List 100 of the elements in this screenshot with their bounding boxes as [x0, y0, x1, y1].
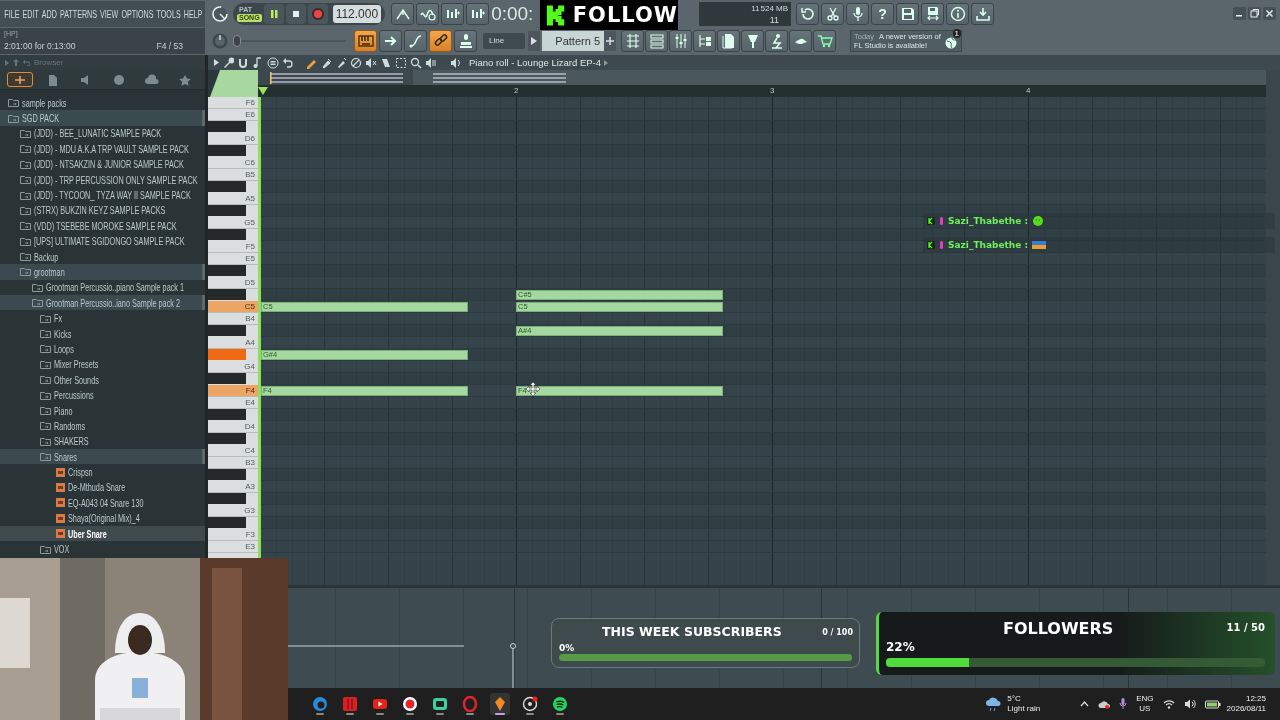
tree-item[interactable]: Crispsn	[0, 464, 205, 480]
vertical-scrollbar[interactable]	[1266, 70, 1280, 585]
add-pattern-button[interactable]	[604, 30, 616, 51]
record-button[interactable]	[307, 3, 328, 24]
toolbar-button[interactable]	[846, 2, 870, 25]
tree-item[interactable]: (STRX) BUKZIN KEYZ SAMPLE PACKS	[0, 202, 205, 219]
weather-widget[interactable]: 5°C Light rain	[985, 694, 1041, 714]
battery-icon[interactable]	[1204, 699, 1221, 709]
toolbar-button[interactable]	[765, 29, 788, 52]
menu-item[interactable]: TOOLS	[156, 7, 181, 20]
pitch-knob[interactable]	[211, 31, 229, 50]
toolbar-button[interactable]	[717, 29, 740, 52]
tree-item[interactable]: (JDD) - TYCOON_ TYZA WAY II SAMPLE PACK	[0, 187, 205, 203]
music-note-icon[interactable]	[252, 56, 264, 69]
toolbar-button[interactable]	[789, 29, 812, 52]
tree-item[interactable]: Loops	[0, 341, 205, 357]
toolbar-button[interactable]	[693, 29, 716, 52]
tree-item[interactable]: Backup	[0, 248, 205, 265]
tree-item[interactable]: (JDD) - TRP PERCUSSION ONLY SAMPLE PACK	[0, 171, 205, 188]
toolbar-button[interactable]	[379, 29, 402, 52]
toolbar-button[interactable]	[416, 2, 440, 25]
tree-item[interactable]: (VDD) TSEBEBE MOROKE SAMPLE PACK	[0, 218, 205, 234]
toolbar-button[interactable]	[621, 29, 644, 52]
tree-item[interactable]: Uber Snare	[0, 525, 205, 542]
menu-icon[interactable]	[267, 56, 279, 69]
toolbar-button[interactable]	[921, 2, 945, 25]
tree-item[interactable]: Randoms	[0, 418, 205, 434]
toolbar-button[interactable]	[796, 2, 820, 25]
speaker-icon[interactable]	[450, 56, 462, 69]
tree-item[interactable]: SGD PACK	[0, 110, 205, 126]
toolbar-button[interactable]	[441, 2, 465, 25]
menu-item[interactable]: FILE	[4, 7, 20, 20]
toolbar-button[interactable]	[454, 29, 477, 52]
piano-key[interactable]: C5	[208, 301, 258, 313]
tree-item[interactable]: (JDD) - NTSAKZIN & JUNIOR SAMPLE PACK	[0, 156, 205, 172]
menu-item[interactable]: EDIT	[22, 7, 39, 20]
pause-button[interactable]	[263, 3, 284, 24]
toolbar-button[interactable]	[404, 29, 427, 52]
tree-item[interactable]: (JDD) - BEE_LUNATIC SAMPLE PACK	[0, 125, 205, 142]
restore-icon[interactable]	[1248, 7, 1261, 20]
cloud-icon[interactable]	[1098, 699, 1111, 709]
toolbar-button[interactable]	[429, 29, 452, 52]
tree-item[interactable]: Grootman Percussio..piano Sample pack 1	[0, 279, 205, 296]
previous-pattern-button[interactable]	[528, 30, 540, 51]
toolbar-button[interactable]	[741, 29, 764, 52]
speaker-icon[interactable]	[1183, 699, 1196, 709]
playback-icon[interactable]	[425, 56, 437, 69]
tree-item[interactable]: sample packs	[0, 95, 205, 111]
magnet-icon[interactable]	[237, 56, 249, 69]
tree-item[interactable]: [UPS] ULTIMATE SGIDONGO SAMPLE PACK	[0, 233, 205, 249]
tree-item[interactable]: SHAKERS	[0, 433, 205, 449]
toolbar-button[interactable]	[946, 2, 970, 25]
menu-item[interactable]: VIEW	[100, 7, 119, 20]
tree-item[interactable]: EQ-A043 04 Snare 130	[0, 495, 205, 511]
browser-tab[interactable]	[7, 72, 34, 87]
toolbar-button[interactable]	[821, 2, 845, 25]
wifi-icon[interactable]	[1162, 699, 1175, 709]
menu-item[interactable]: PATTERNS	[60, 7, 97, 20]
menu-item[interactable]: HELP	[183, 7, 203, 20]
menu-item[interactable]: ADD	[41, 7, 57, 20]
tree-item[interactable]: Piano	[0, 402, 205, 419]
select-icon[interactable]	[395, 56, 407, 69]
tree-item[interactable]: De-Mthuda Snare	[0, 479, 205, 496]
clock[interactable]: 12:25 2026/08/11	[1226, 694, 1266, 714]
toolbar-button[interactable]	[896, 2, 920, 25]
toolbar-button[interactable]	[645, 29, 668, 52]
wrench-icon[interactable]	[222, 56, 234, 69]
taskbar-app[interactable]	[490, 693, 510, 715]
toolbar-button[interactable]	[971, 2, 995, 25]
tree-item[interactable]: Grootman Percussio..iano Sample pack 2	[0, 295, 205, 311]
tree-item[interactable]: Snares	[0, 449, 205, 465]
snap-dropdown[interactable]: Line	[483, 32, 525, 49]
playhead-marker[interactable]	[258, 87, 268, 95]
tree-item[interactable]: Other Sounds	[0, 372, 205, 388]
toolbar-button[interactable]	[669, 29, 692, 52]
pattern-selector[interactable]: Pattern 5	[542, 30, 604, 51]
tree-item[interactable]: Mixer Presets	[0, 356, 205, 373]
tree-item[interactable]: Percussions	[0, 387, 205, 403]
toolbar-button[interactable]	[391, 2, 415, 25]
toolbar-button[interactable]	[466, 2, 490, 25]
tree-item[interactable]: VOX	[0, 541, 205, 557]
tree-item[interactable]: Shaya(Original Mix)_4	[0, 510, 205, 526]
undo-icon[interactable]	[282, 56, 294, 69]
brush-icon[interactable]	[335, 56, 347, 69]
no-entry-icon[interactable]	[350, 56, 362, 69]
menu-item[interactable]: OPTIONS	[121, 7, 154, 20]
stop-button[interactable]	[285, 3, 306, 24]
help-button[interactable]: ?	[871, 2, 895, 25]
toolbar-button[interactable]	[813, 29, 836, 52]
tree-item[interactable]: Kicks	[0, 325, 205, 342]
language-indicator[interactable]: ENG US	[1136, 694, 1154, 714]
tree-item[interactable]: (JDD) - MDU A.K.A TRP VAULT SAMPLE PACK	[0, 141, 205, 157]
brush-icon[interactable]	[320, 56, 332, 69]
zoom-icon[interactable]	[410, 56, 422, 69]
volume-knob[interactable]	[211, 4, 229, 23]
slider-thumb[interactable]	[233, 34, 241, 47]
microphone-icon[interactable]	[1119, 698, 1128, 710]
tempo-field[interactable]: 112.000	[332, 4, 382, 23]
mute-icon[interactable]	[365, 56, 377, 69]
piano-key[interactable]: F4	[208, 385, 258, 397]
